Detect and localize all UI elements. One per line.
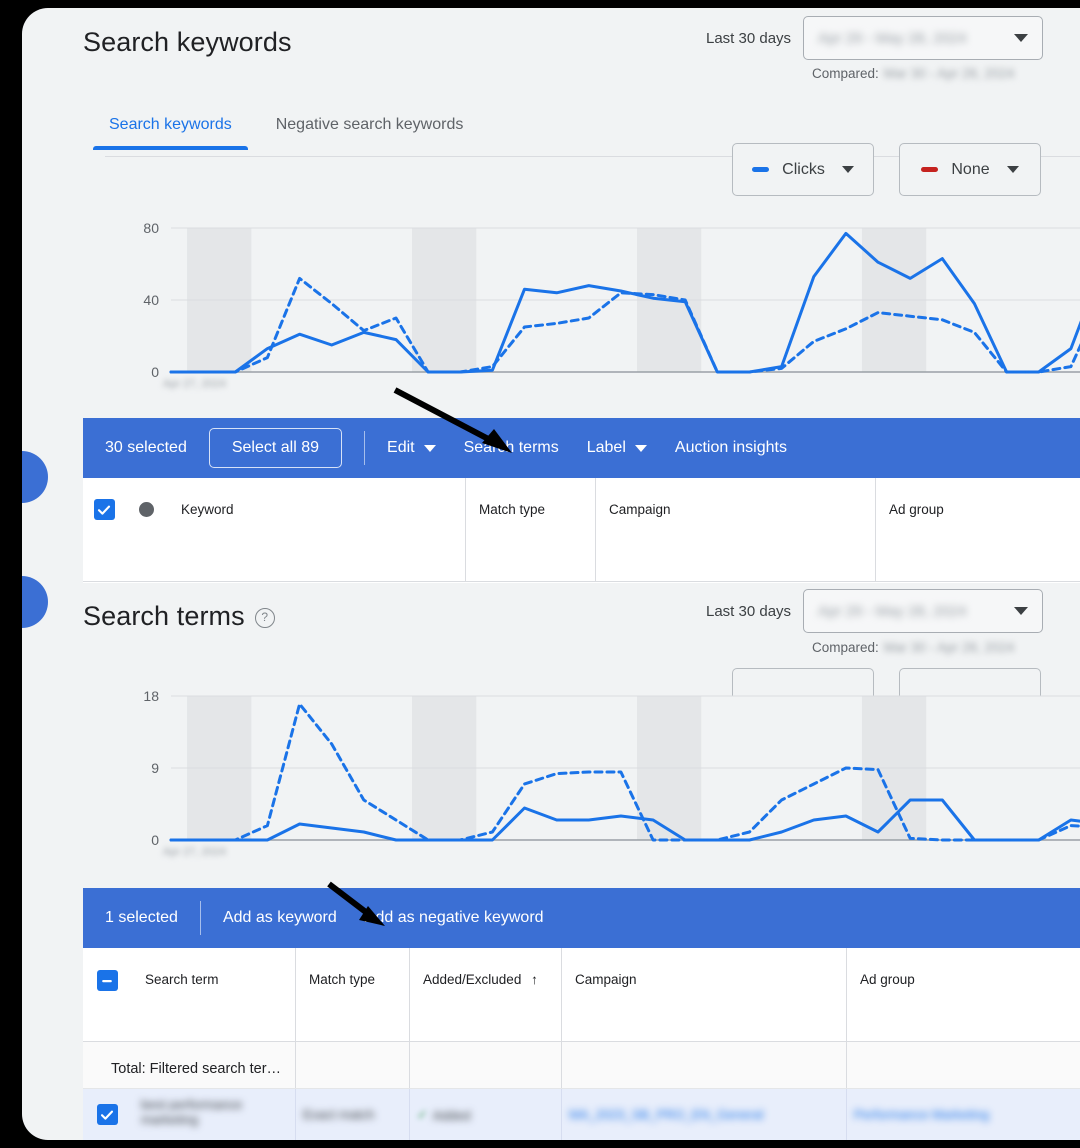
y-axis-tick: 9: [151, 760, 159, 776]
add-as-keyword-label: Add as keyword: [222, 909, 337, 926]
metric-selector-none[interactable]: None: [899, 143, 1041, 196]
select-all-button[interactable]: Select all 89: [208, 428, 343, 468]
label-label: Label: [586, 439, 626, 456]
metric-none-label: None: [951, 160, 990, 178]
chevron-down-icon: [841, 166, 854, 173]
terms-chart: 0 9 18 Apr 27, 2024: [83, 684, 1080, 874]
auction-insights-label: Auction insights: [674, 439, 787, 456]
divider: [199, 901, 201, 935]
terms-range-label: Last 30 days: [706, 602, 792, 620]
tab-search-keywords[interactable]: Search keywords: [93, 108, 248, 150]
column-header-search-term[interactable]: Search term: [131, 948, 295, 987]
edit-menu[interactable]: Edit: [387, 439, 436, 457]
keywords-select-all-checkbox[interactable]: [93, 499, 115, 520]
help-icon[interactable]: ?: [254, 607, 275, 628]
legend-dash-icon: [921, 167, 939, 172]
edge-marker-2: [22, 576, 48, 628]
terms-selected-count: 1 selected: [105, 909, 178, 926]
terms-range-picker[interactable]: Apr 29 - May 28, 2024: [803, 589, 1044, 633]
search-terms-button[interactable]: Search terms: [464, 439, 559, 457]
terms-chart-svg: 0 9 18: [143, 688, 1080, 848]
terms-compared-value: Mar 30 - Apr 28, 2024: [883, 640, 1015, 655]
metric-selector-clicks[interactable]: Clicks: [732, 143, 874, 196]
keywords-legend-buttons[interactable]: Clicks None: [732, 143, 1041, 196]
y-axis-tick: 18: [143, 688, 159, 704]
terms-action-bar: 1 selected Add as keyword Add as negativ…: [83, 888, 1080, 948]
cell-match-type: Exact match: [303, 1107, 375, 1122]
keywords-date-range[interactable]: Last 30 days Apr 29 - May 28, 2024: [706, 16, 1044, 60]
keywords-selected-count: 30 selected: [105, 439, 187, 456]
terms-total-row: Total: Filtered search ter…: [83, 1042, 1080, 1089]
keywords-chart: 0 40 80 Apr 27, 2024: [83, 216, 1080, 406]
y-axis-tick: 40: [143, 292, 159, 308]
page-card: Search keywords Last 30 days Apr 29 - Ma…: [22, 8, 1080, 1140]
screen-root: Search keywords Last 30 days Apr 29 - Ma…: [0, 0, 1080, 1148]
chevron-down-icon: [1014, 34, 1029, 42]
keywords-compared-value: Mar 30 - Apr 28, 2024: [883, 66, 1015, 81]
keywords-action-bar: 30 selected Select all 89 Edit Search te…: [83, 418, 1080, 478]
y-axis-tick: 0: [151, 832, 159, 848]
terms-select-all-checkbox[interactable]: [96, 970, 118, 991]
column-header-campaign[interactable]: Campaign: [561, 948, 846, 987]
chevron-down-icon: [1014, 607, 1029, 615]
metric-clicks-label: Clicks: [782, 160, 825, 178]
cell-campaign[interactable]: MA_2023_SB_PRO_EN_General: [569, 1107, 763, 1122]
column-header-match-type[interactable]: Match type: [295, 948, 409, 987]
x-axis-tick: Apr 27, 2024: [163, 378, 226, 390]
y-axis-tick: 0: [151, 364, 159, 380]
keywords-compared: Compared: Mar 30 - Apr 28, 2024: [812, 66, 1014, 81]
label-menu[interactable]: Label: [587, 439, 647, 457]
tab-negative-search-keywords[interactable]: Negative search keywords: [272, 108, 468, 150]
terms-compared-label: Compared:: [812, 640, 879, 655]
keywords-range-picker[interactable]: Apr 29 - May 28, 2024: [803, 16, 1044, 60]
keywords-range-label: Last 30 days: [706, 29, 792, 47]
chevron-down-icon: [1006, 166, 1019, 173]
search-terms-label: Search terms: [463, 439, 559, 456]
keywords-range-value: Apr 29 - May 28, 2024: [818, 29, 967, 47]
terms-compared: Compared: Mar 30 - Apr 28, 2024: [812, 640, 1014, 655]
add-as-keyword-button[interactable]: Add as keyword: [223, 909, 337, 927]
column-header-keyword[interactable]: Keyword: [167, 478, 465, 517]
column-header-campaign[interactable]: Campaign: [595, 478, 875, 517]
added-excluded-value: Added: [432, 1107, 471, 1123]
legend-dash-icon: [752, 167, 770, 172]
chevron-down-icon: [634, 444, 647, 452]
cell-search-term: best performance marketing: [141, 1097, 243, 1127]
cell-added-excluded: ✓ Added: [417, 1107, 471, 1123]
terms-date-range[interactable]: Last 30 days Apr 29 - May 28, 2024: [706, 589, 1044, 633]
y-axis-tick: 80: [143, 220, 159, 236]
add-as-negative-keyword-label: Add as negative keyword: [364, 909, 544, 926]
status-dot-icon: [138, 502, 154, 517]
column-header-match-type[interactable]: Match type: [465, 478, 595, 517]
row-checkbox[interactable]: [96, 1104, 118, 1125]
terms-range-value: Apr 29 - May 28, 2024: [818, 602, 967, 620]
x-axis-tick: Apr 27, 2024: [163, 846, 226, 858]
divider: [364, 431, 366, 465]
keywords-compared-label: Compared:: [812, 66, 879, 81]
cell-ad-group[interactable]: Performance Marketing: [854, 1107, 989, 1122]
column-header-ad-group[interactable]: Ad group: [846, 948, 1080, 987]
edge-marker-1: [22, 451, 48, 503]
keywords-tabs[interactable]: Search keywords Negative search keywords: [93, 108, 468, 150]
auction-insights-button[interactable]: Auction insights: [675, 439, 787, 457]
column-header-added-excluded[interactable]: Added/Excluded ↑: [409, 948, 561, 987]
edit-label: Edit: [387, 439, 415, 456]
chevron-down-icon: [423, 444, 436, 452]
added-excluded-label: Added/Excluded: [423, 972, 522, 987]
search-terms-title-text: Search terms: [83, 601, 245, 631]
terms-table: Search term Match type Added/Excluded ↑ …: [83, 948, 1080, 1043]
add-as-negative-keyword-button[interactable]: Add as negative keyword: [365, 909, 544, 927]
column-header-ad-group[interactable]: Ad group: [875, 478, 1080, 517]
check-icon: ✓: [417, 1107, 428, 1122]
keywords-table: Keyword Match type Campaign Ad group: [83, 478, 1080, 583]
keywords-chart-svg: 0 40 80: [143, 220, 1080, 380]
search-terms-title: Search terms?: [83, 601, 275, 632]
page-title: Search keywords: [83, 27, 292, 57]
total-row-label: Total: Filtered search ter…: [111, 1061, 282, 1077]
table-row[interactable]: best performance marketing Exact match ✓…: [83, 1089, 1080, 1140]
sort-ascending-icon[interactable]: ↑: [531, 972, 538, 987]
